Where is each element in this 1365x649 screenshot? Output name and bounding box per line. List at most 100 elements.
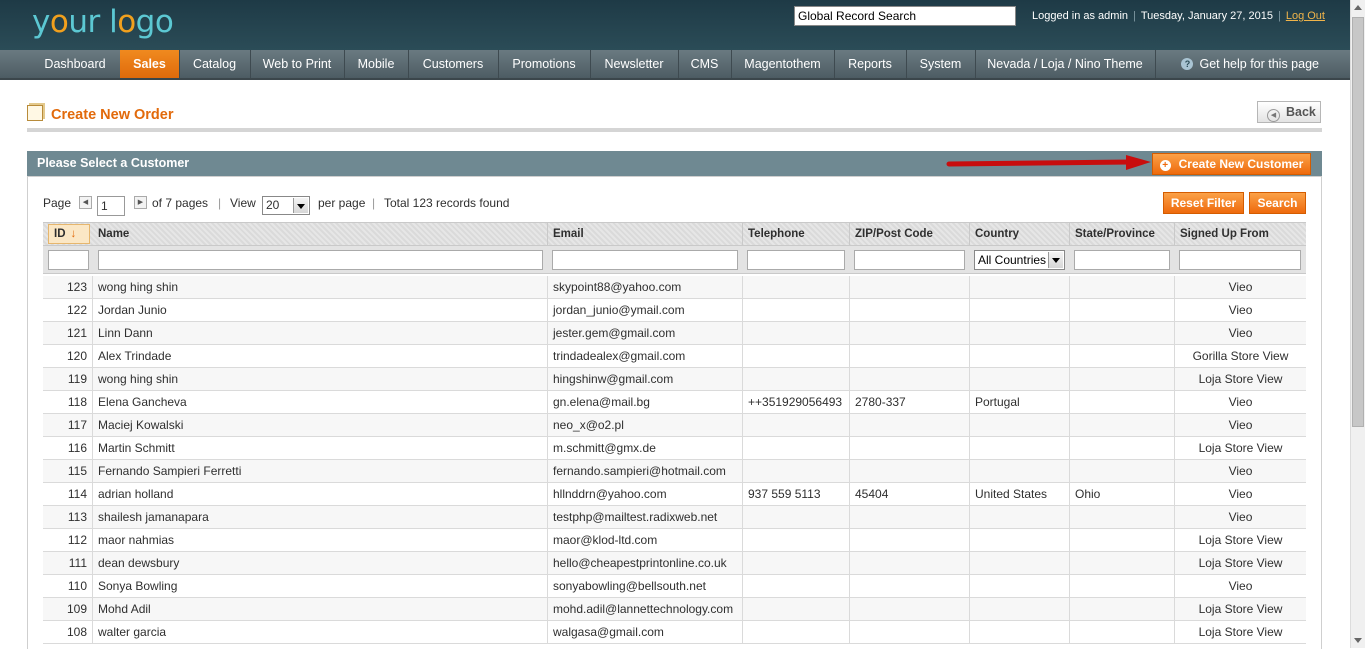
- cell-name: Linn Dann: [93, 322, 548, 344]
- page-number-input[interactable]: 1: [97, 196, 125, 216]
- nav-item-catalog[interactable]: Catalog: [179, 50, 251, 78]
- logo-part: y: [32, 4, 50, 40]
- page-scrollbar[interactable]: [1350, 0, 1365, 648]
- separator: |: [218, 196, 222, 210]
- cell-country: [970, 506, 1070, 528]
- help-link[interactable]: ? Get help for this page: [1181, 50, 1319, 78]
- logo[interactable]: your logo: [32, 4, 174, 40]
- nav-item-promotions[interactable]: Promotions: [498, 50, 591, 78]
- table-row[interactable]: 108 walter garcia walgasa@gmail.com Loja St…: [43, 621, 1306, 644]
- filter-state-input[interactable]: [1074, 250, 1170, 270]
- cell-id: 121: [43, 322, 93, 344]
- logout-link[interactable]: Log Out: [1286, 10, 1325, 22]
- table-row[interactable]: 116 Martin Schmitt m.schmitt@gmx.de Loja St…: [43, 437, 1306, 460]
- table-row[interactable]: 113 shailesh jamanapara testphp@mailtest.r…: [43, 506, 1306, 529]
- cell-zip: [850, 276, 970, 298]
- column-header-zip[interactable]: ZIP/Post Code: [850, 223, 970, 245]
- cell-email: hingshinw@gmail.com: [548, 368, 743, 390]
- prev-page-icon[interactable]: ◀: [79, 196, 92, 209]
- table-row[interactable]: 114 adrian holland hllnddrn@yahoo.com 937 5…: [43, 483, 1306, 506]
- cell-country: [970, 621, 1070, 643]
- table-row[interactable]: 123 wong hing shin skypoint88@yahoo.com Vie…: [43, 276, 1306, 299]
- cell-from: Vieo: [1228, 280, 1253, 294]
- cell-country: [970, 529, 1070, 551]
- nav-item-magentothem[interactable]: Magentothem: [731, 50, 835, 78]
- help-icon: ?: [1181, 58, 1194, 70]
- nav-item-sales[interactable]: Sales: [120, 50, 180, 78]
- table-row[interactable]: 119 wong hing shin hingshinw@gmail.com Loja…: [43, 368, 1306, 391]
- cell-from: Vieo: [1228, 487, 1253, 501]
- search-button[interactable]: Search: [1249, 192, 1306, 214]
- filter-zip-input[interactable]: [854, 250, 965, 270]
- cell-from: Gorilla Store View: [1192, 349, 1289, 363]
- nav-item-dashboard[interactable]: Dashboard: [30, 50, 121, 78]
- cell-state: [1070, 552, 1175, 574]
- column-header-id[interactable]: ID ↓: [48, 224, 90, 244]
- cell-state: [1070, 621, 1175, 643]
- scrollbar-thumb[interactable]: [1352, 17, 1364, 427]
- column-header-country[interactable]: Country: [970, 223, 1070, 245]
- column-header-state[interactable]: State/Province: [1070, 223, 1175, 245]
- cell-state: [1070, 529, 1175, 551]
- scroll-up-icon[interactable]: [1351, 0, 1365, 15]
- reset-filter-button[interactable]: Reset Filter: [1163, 192, 1244, 214]
- cell-state: [1070, 299, 1175, 321]
- cell-email: trindadealex@gmail.com: [548, 345, 743, 367]
- table-row[interactable]: 118 Elena Gancheva gn.elena@mail.bg ++35192…: [43, 391, 1306, 414]
- cell-zip: [850, 437, 970, 459]
- cell-tel: [743, 414, 850, 436]
- filter-id-input[interactable]: [48, 250, 89, 270]
- cell-email: fernando.sampieri@hotmail.com: [548, 460, 743, 482]
- global-record-search-input[interactable]: Global Record Search: [794, 6, 1016, 26]
- nav-item-newsletter[interactable]: Newsletter: [590, 50, 679, 78]
- back-arrow-icon: ◀: [1267, 109, 1280, 122]
- nav-item-customers[interactable]: Customers: [408, 50, 499, 78]
- next-page-icon[interactable]: ▶: [134, 196, 147, 209]
- cell-name: Maciej Kowalski: [93, 414, 548, 436]
- column-header-signed-up-from[interactable]: Signed Up From: [1175, 223, 1306, 245]
- per-page-select[interactable]: 20: [262, 196, 310, 215]
- table-row[interactable]: 122 Jordan Junio jordan_junio@ymail.com Vie…: [43, 299, 1306, 322]
- cell-from: Vieo: [1228, 510, 1253, 524]
- cell-tel: [743, 299, 850, 321]
- table-row[interactable]: 109 Mohd Adil mohd.adil@lannettechnology.c…: [43, 598, 1306, 621]
- cell-name: wong hing shin: [93, 276, 548, 298]
- cell-name: dean dewsbury: [93, 552, 548, 574]
- filter-email-input[interactable]: [552, 250, 738, 270]
- filter-telephone-input[interactable]: [747, 250, 845, 270]
- nav-item-system[interactable]: System: [906, 50, 976, 78]
- filter-country-select[interactable]: All Countries: [974, 250, 1065, 270]
- cell-tel: [743, 276, 850, 298]
- cell-zip: [850, 322, 970, 344]
- grid-filter-row: All Countries: [43, 246, 1306, 274]
- cell-zip: [850, 299, 970, 321]
- scroll-down-icon[interactable]: [1351, 633, 1365, 648]
- cell-tel: [743, 529, 850, 551]
- cell-state: [1070, 506, 1175, 528]
- cell-email: testphp@mailtest.radixweb.net: [548, 506, 743, 528]
- column-header-telephone[interactable]: Telephone: [743, 223, 850, 245]
- table-row[interactable]: 111 dean dewsbury hello@cheapestprintonlin…: [43, 552, 1306, 575]
- cell-from: Loja Store View: [1198, 556, 1283, 570]
- nav-item-web-to-print[interactable]: Web to Print: [250, 50, 345, 78]
- create-new-customer-button[interactable]: + Create New Customer: [1152, 153, 1311, 175]
- nav-item-cms[interactable]: CMS: [678, 50, 732, 78]
- cell-email: neo_x@o2.pl: [548, 414, 743, 436]
- filter-name-input[interactable]: [98, 250, 543, 270]
- nav-item-mobile[interactable]: Mobile: [344, 50, 409, 78]
- table-row[interactable]: 120 Alex Trindade trindadealex@gmail.com Go…: [43, 345, 1306, 368]
- nav-item-reports[interactable]: Reports: [834, 50, 907, 78]
- table-row[interactable]: 115 Fernando Sampieri Ferretti fernando.sa…: [43, 460, 1306, 483]
- filter-signed-up-input[interactable]: [1179, 250, 1301, 270]
- table-row[interactable]: 121 Linn Dann jester.gem@gmail.com Vieo: [43, 322, 1306, 345]
- table-row[interactable]: 110 Sonya Bowling sonyabowling@bellsouth.n…: [43, 575, 1306, 598]
- column-header-email[interactable]: Email: [548, 223, 743, 245]
- table-row[interactable]: 112 maor nahmias maor@klod-ltd.com Loja Sto…: [43, 529, 1306, 552]
- column-header-name[interactable]: Name: [93, 223, 548, 245]
- back-button[interactable]: ◀ Back: [1257, 101, 1321, 123]
- cell-state: [1070, 345, 1175, 367]
- cell-email: m.schmitt@gmx.de: [548, 437, 743, 459]
- cell-tel: [743, 621, 850, 643]
- nav-item-nevada-theme[interactable]: Nevada / Loja / Nino Theme: [975, 50, 1156, 78]
- table-row[interactable]: 117 Maciej Kowalski neo_x@o2.pl Vieo: [43, 414, 1306, 437]
